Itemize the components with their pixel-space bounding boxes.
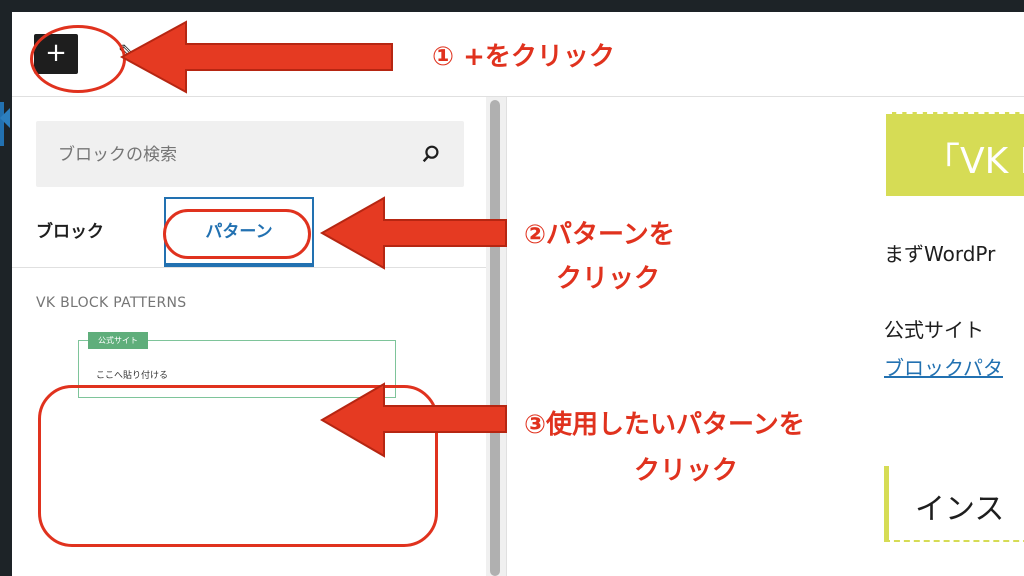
- annotation-step-3-line2: クリック: [634, 456, 739, 486]
- annotation-arrows: [119, 20, 507, 458]
- annotation-arrow-1: [119, 20, 393, 94]
- annotation-step-2-line2: クリック: [556, 264, 661, 294]
- annotation-step-1: ① +をクリック: [432, 42, 615, 72]
- annotation-arrow-3: [320, 382, 507, 458]
- annotation-arrow-2: [319, 196, 507, 270]
- annotation-step-3-line1: ③使用したいパターンを: [524, 410, 805, 440]
- annotation-step-2-line1: ②パターンを: [524, 220, 675, 250]
